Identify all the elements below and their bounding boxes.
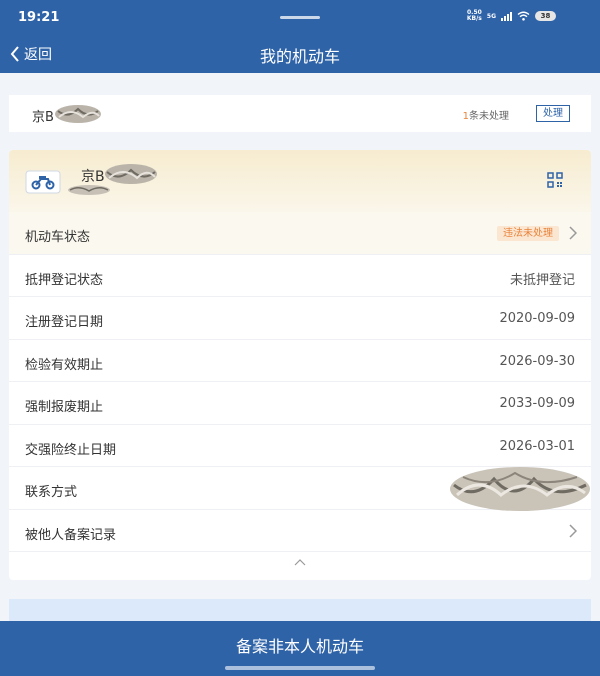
- row-scrap-date: 强制报废期止 2033-09-09: [9, 382, 591, 425]
- top-bar: 19:21 0.50 KB/s 5G 38 返回 我的机动车: [0, 0, 600, 73]
- network-type: 5G: [486, 12, 496, 20]
- net-speed: 0.50 KB/s: [467, 10, 482, 22]
- notch-indicator: [280, 16, 320, 19]
- status-badge: 违法未处理: [497, 226, 559, 241]
- status-icons: 0.50 KB/s 5G 38: [467, 10, 556, 22]
- next-card-edge: [9, 599, 591, 621]
- violation-summary-card[interactable]: 京B 1条未处理 处理: [9, 95, 591, 132]
- vehicle-plate: 京B: [81, 169, 105, 185]
- home-indicator: [225, 666, 375, 670]
- row-value: 2026-03-01: [499, 438, 575, 454]
- battery-icon: 38: [535, 11, 556, 21]
- row-value: 2026-09-30: [499, 353, 575, 369]
- row-label: 强制报废期止: [25, 400, 104, 415]
- row-value: 2033-09-09: [499, 396, 575, 411]
- row-value: 2020-09-09: [499, 311, 575, 326]
- page-title: 我的机动车: [259, 47, 340, 66]
- signal-icon: [501, 11, 512, 21]
- redacted-plate-icon: [55, 105, 101, 123]
- pending-count: 1条未处理: [462, 111, 509, 122]
- vehicle-header: 京B: [9, 150, 591, 212]
- handle-button[interactable]: 处理: [536, 105, 570, 122]
- row-label: 交强险终止日期: [25, 442, 117, 458]
- motorcycle-icon: [25, 170, 61, 194]
- row-inspection-expiry: 检验有效期止 2026-09-30: [9, 340, 591, 382]
- row-others-record[interactable]: 被他人备案记录: [9, 510, 591, 552]
- row-insurance-expiry: 交强险终止日期 2026-03-01: [9, 425, 591, 467]
- redacted-plate-icon: [105, 164, 157, 184]
- qr-code-icon[interactable]: [547, 172, 563, 188]
- redacted-contact-icon: [450, 467, 590, 511]
- chevron-right-icon: [569, 523, 577, 538]
- row-label: 注册登记日期: [25, 315, 104, 330]
- chevron-up-icon[interactable]: [294, 558, 306, 566]
- row-value: 未抵押登记: [509, 272, 575, 288]
- redacted-owner-icon: [68, 185, 110, 195]
- row-label: 抵押登记状态: [25, 272, 104, 288]
- row-vehicle-status[interactable]: 机动车状态 违法未处理: [9, 212, 591, 255]
- wifi-icon: [517, 11, 530, 21]
- status-time: 19:21: [18, 10, 60, 25]
- row-mortgage-status: 抵押登记状态 未抵押登记: [9, 255, 591, 297]
- row-contact[interactable]: 联系方式: [9, 467, 591, 511]
- vehicle-card: 京B 机动车状态 违法未处理 抵押登记状态 未抵押登记 注册登记日期 2020-…: [9, 150, 591, 580]
- plate-number: 京B: [32, 110, 54, 125]
- row-label: 联系方式: [25, 485, 78, 500]
- row-registration-date: 注册登记日期 2020-09-09: [9, 297, 591, 340]
- row-label: 检验有效期止: [25, 357, 104, 373]
- net-speed-unit: KB/s: [466, 15, 482, 22]
- row-label: 被他人备案记录: [25, 527, 117, 543]
- chevron-right-icon: [569, 226, 577, 240]
- bottom-button-label: 备案非本人机动车: [235, 637, 364, 656]
- row-label: 机动车状态: [25, 230, 91, 245]
